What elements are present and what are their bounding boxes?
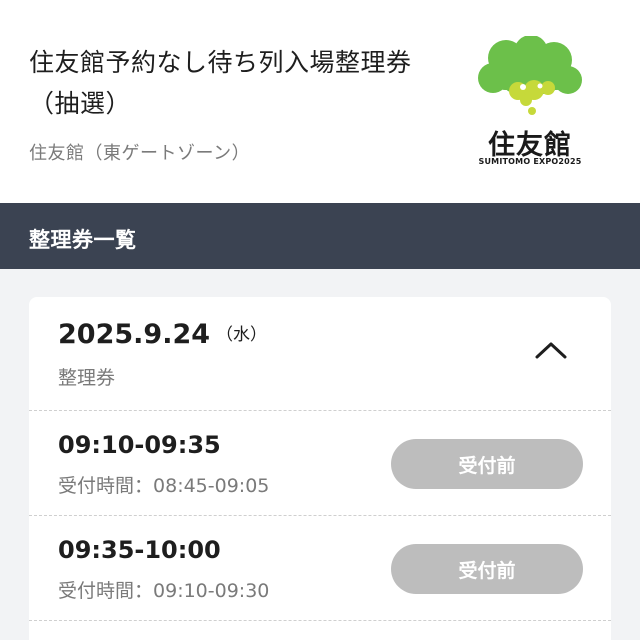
ticket-date: 2025.9.24 <box>58 319 211 350</box>
time-slot-row: 09:35-10:00 受付時間：09:10-09:30 受付前 <box>29 516 611 620</box>
section-header: 整理券一覧 <box>0 203 640 269</box>
chevron-up-icon[interactable] <box>534 340 568 360</box>
date-heading: 2025.9.24 （水） <box>58 319 267 350</box>
tree-logo-icon <box>478 35 582 115</box>
divider <box>29 620 611 621</box>
reception-label: 受付時間： <box>58 475 154 497</box>
page-title: 住友館予約なし待ち列入場整理券（抽選） <box>29 48 412 118</box>
pavilion-location: 住友館（東ゲートゾーン） <box>29 143 251 164</box>
reception-label: 受付時間： <box>58 580 154 602</box>
slot-reception-time: 受付時間：09:10-09:30 <box>58 576 269 603</box>
slot-time: 09:35-10:00 <box>58 536 221 564</box>
reception-value: 09:10-09:30 <box>153 580 270 602</box>
slot-time: 09:10-09:35 <box>58 431 221 459</box>
logo-subtitle: SUMITOMO EXPO2025 <box>478 157 582 166</box>
slot-status-button[interactable]: 受付前 <box>391 439 583 489</box>
slot-reception-time: 受付時間：08:45-09:05 <box>58 471 269 498</box>
reception-value: 08:45-09:05 <box>153 475 270 497</box>
slot-status-button[interactable]: 受付前 <box>391 544 583 594</box>
sumitomo-pavilion-logo: 住友館 SUMITOMO EXPO2025 <box>476 35 584 170</box>
page-header: 住友館予約なし待ち列入場整理券（抽選） 住友館（東ゲートゾーン） 住友館 SUM… <box>0 0 640 203</box>
section-title: 整理券一覧 <box>29 228 137 252</box>
ticket-weekday: （水） <box>216 325 268 345</box>
ticket-type-label: 整理券 <box>58 367 116 389</box>
ticket-date-card: 2025.9.24 （水） 整理券 09:10-09:35 受付時間：08:45-… <box>29 297 611 640</box>
time-slot-row: 09:10-09:35 受付時間：08:45-09:05 受付前 <box>29 411 611 515</box>
